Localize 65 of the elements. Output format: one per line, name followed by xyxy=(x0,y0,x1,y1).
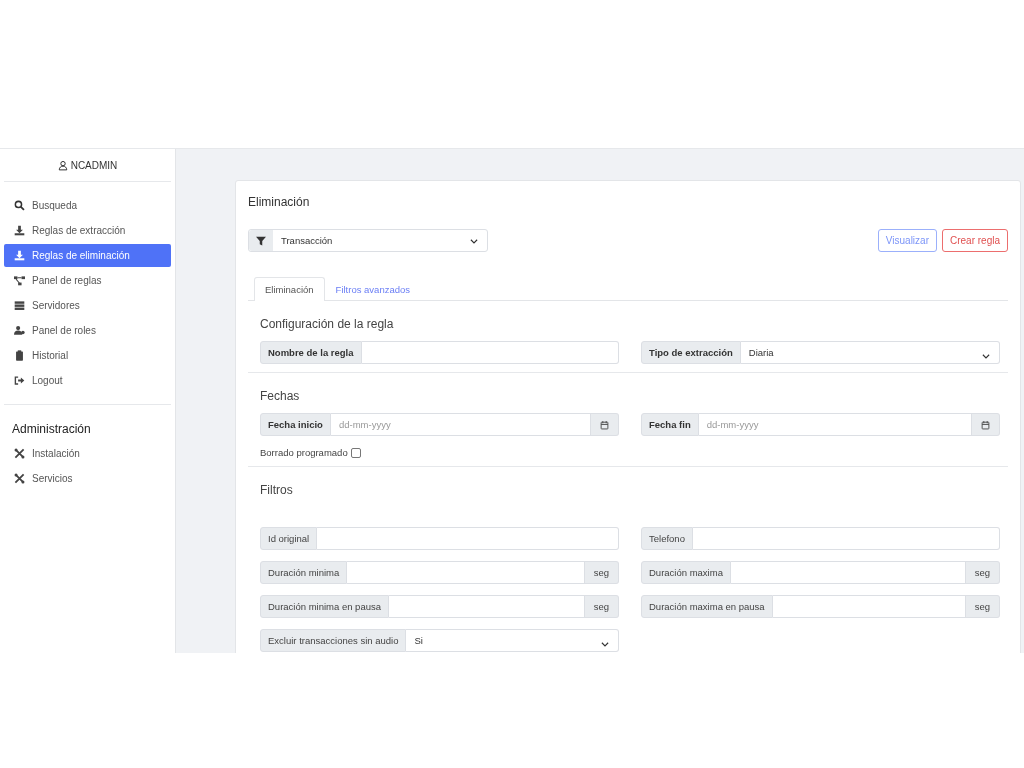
tab[interactable]: Eliminación xyxy=(254,277,325,301)
input-field[interactable] xyxy=(389,595,585,618)
select-field[interactable]: Si xyxy=(406,629,619,652)
checkbox-label: Borrado programado xyxy=(260,447,348,458)
section-heading: Administración xyxy=(12,422,91,436)
nav-item[interactable]: Instalación xyxy=(4,442,171,465)
filter-icon xyxy=(256,235,266,246)
tools-icon xyxy=(14,448,25,459)
tools-icon xyxy=(14,473,25,484)
field-label: Excluir transacciones sin audio xyxy=(260,629,407,652)
field-label: Duración maxima en pausa xyxy=(641,595,773,618)
calendar-icon xyxy=(600,419,609,430)
nav-item[interactable]: Logout xyxy=(4,369,171,392)
download-icon xyxy=(14,225,25,236)
calendar-icon xyxy=(981,419,990,430)
select-field[interactable]: Diaria xyxy=(740,341,1000,364)
nav-item[interactable]: Busqueda xyxy=(4,194,171,217)
input-field[interactable] xyxy=(730,561,966,584)
download-icon xyxy=(14,250,25,261)
action-button[interactable]: Crear regla xyxy=(941,229,1008,252)
input-field[interactable] xyxy=(361,341,619,364)
node-diagram-icon xyxy=(14,275,25,286)
field-label: Id original xyxy=(260,527,318,550)
date-field[interactable]: dd-mm-yyyy xyxy=(698,413,972,436)
field-label: Duración maxima xyxy=(641,561,731,584)
input-field[interactable] xyxy=(347,561,585,584)
chevron-down-icon xyxy=(469,236,479,246)
checkbox[interactable] xyxy=(350,447,361,458)
section-title: Configuración de la regla xyxy=(260,317,394,331)
clipboard-icon xyxy=(14,350,25,361)
nav-item[interactable]: Reglas de eliminación xyxy=(4,244,171,267)
date-field[interactable]: dd-mm-yyyy xyxy=(330,413,591,436)
unit-label: seg xyxy=(965,561,1000,584)
nav-item[interactable]: Panel de roles xyxy=(4,319,171,342)
nav-item[interactable]: Historial xyxy=(4,344,171,367)
field-label: Tipo de extracción xyxy=(641,341,741,364)
search-icon xyxy=(14,200,25,211)
card-title: Eliminación xyxy=(248,195,310,209)
input-field[interactable] xyxy=(317,527,619,550)
tab[interactable]: Filtros avanzados xyxy=(324,277,422,301)
users-icon xyxy=(14,325,25,336)
field-label: Fecha inicio xyxy=(260,413,331,436)
input-field[interactable] xyxy=(772,595,966,618)
field-label: Fecha fin xyxy=(641,413,699,436)
calendar-button[interactable] xyxy=(591,413,619,436)
input-field[interactable] xyxy=(692,527,1000,550)
logout-icon xyxy=(14,375,25,386)
section-title: Filtros xyxy=(260,483,293,497)
calendar-button[interactable] xyxy=(972,413,1000,436)
user-icon xyxy=(57,159,68,171)
user-name: NCADMIN xyxy=(57,149,118,181)
type-select[interactable]: Transacción xyxy=(248,229,488,252)
server-icon xyxy=(14,300,25,311)
unit-label: seg xyxy=(965,595,1000,618)
field-label: Duración minima xyxy=(260,561,348,584)
nav-item[interactable]: Servidores xyxy=(4,294,171,317)
section-title: Fechas xyxy=(260,389,300,403)
unit-label: seg xyxy=(584,595,619,618)
nav-item[interactable]: Reglas de extracción xyxy=(4,219,171,242)
nav-item[interactable]: Panel de reglas xyxy=(4,269,171,292)
field-label: Nombre de la regla xyxy=(260,341,362,364)
nav-item[interactable]: Servicios xyxy=(4,467,171,490)
field-label: Duración minima en pausa xyxy=(260,595,389,618)
field-label: Telefono xyxy=(641,527,693,550)
unit-label: seg xyxy=(584,561,619,584)
